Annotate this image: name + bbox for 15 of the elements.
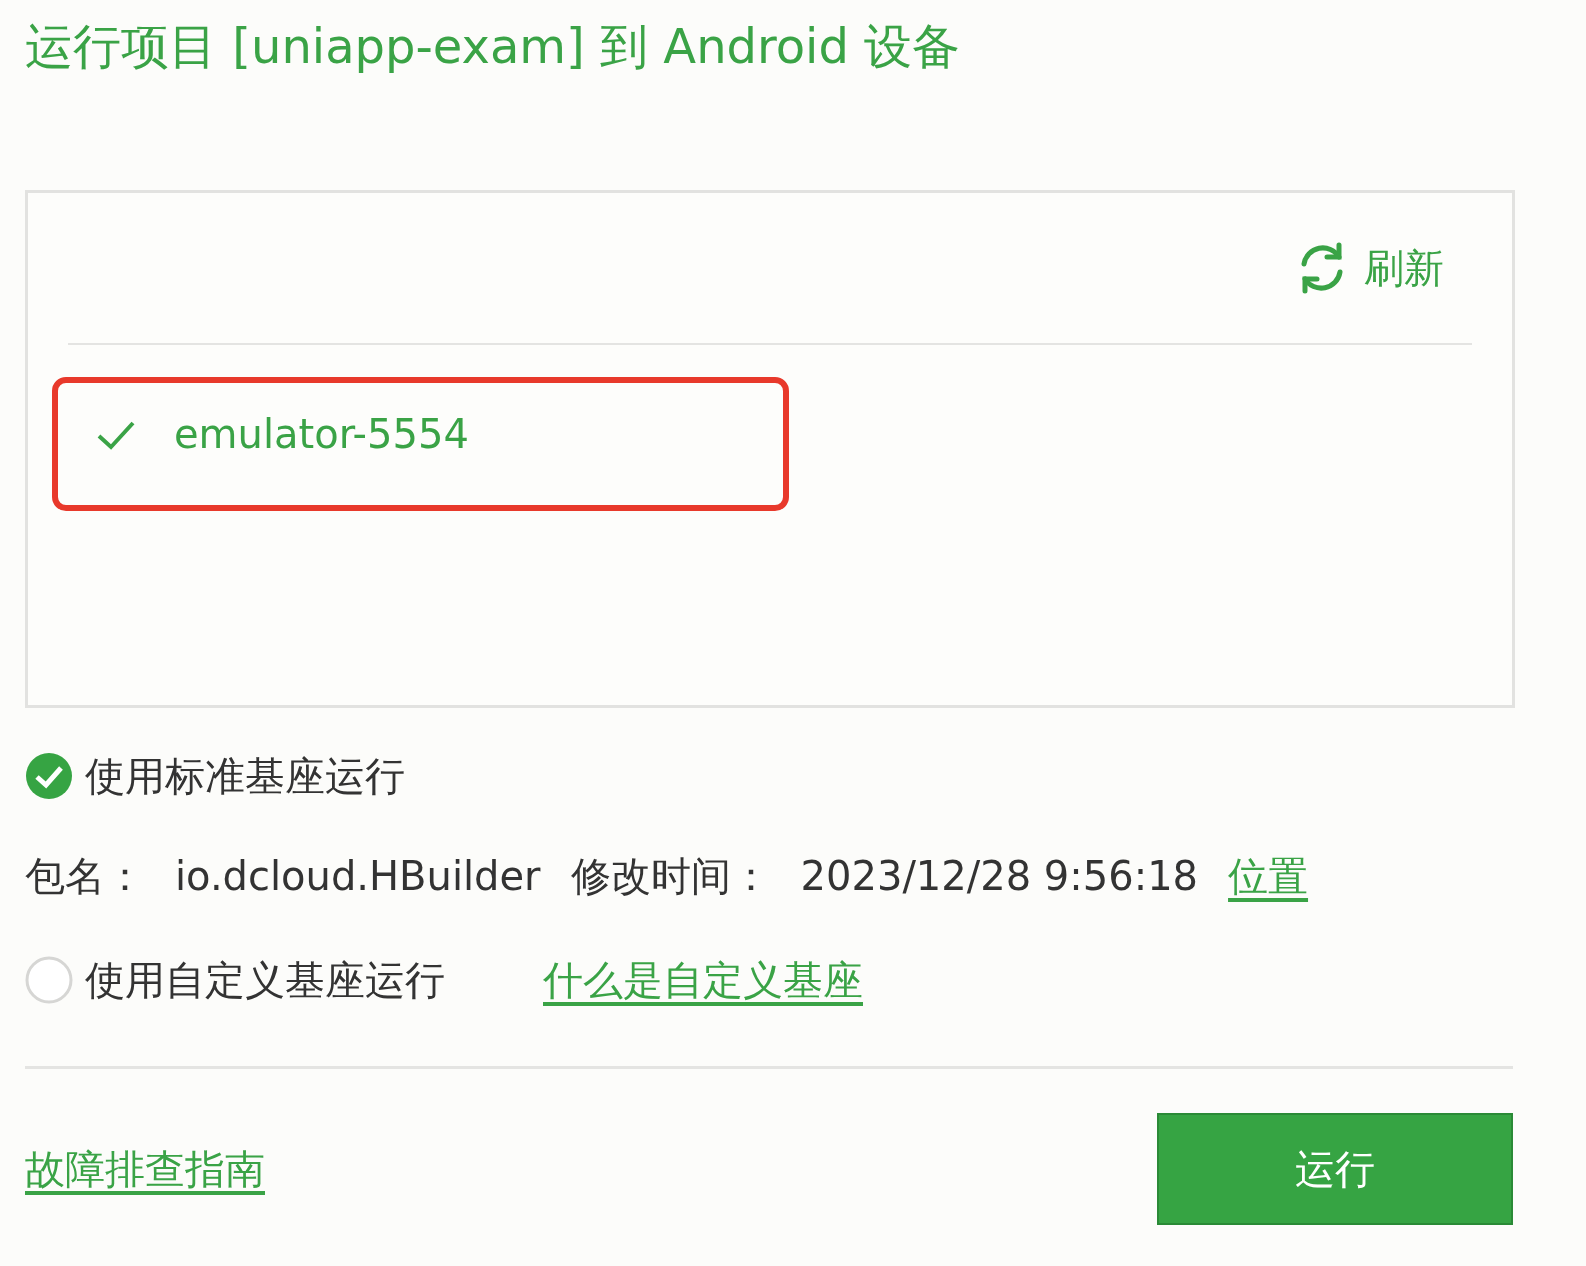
- refresh-button[interactable]: 刷新: [1294, 238, 1444, 298]
- help-link[interactable]: 什么是自定义基座: [543, 950, 863, 1010]
- dialog-title: 运行项目 [uniapp-exam] 到 Android 设备: [25, 17, 962, 76]
- package-label: 包名：: [25, 852, 145, 901]
- radio-button[interactable]: [25, 956, 73, 1004]
- troubleshoot-link[interactable]: 故障排查指南: [25, 1139, 265, 1199]
- package-name: io.dcloud.HBuilder: [175, 852, 541, 901]
- device-name[interactable]: emulator-5554: [174, 409, 469, 459]
- option-label[interactable]: 使用自定义基座运行: [85, 950, 445, 1010]
- run-button[interactable]: 运行: [1157, 1113, 1513, 1225]
- option-label[interactable]: 使用标准基座运行: [85, 746, 405, 806]
- radio-checked-icon[interactable]: [25, 752, 73, 800]
- location-link[interactable]: 位置: [1228, 846, 1309, 906]
- modified-label: 修改时间：: [570, 852, 771, 901]
- modified-time: 2023/12/28 9:56:18: [800, 852, 1199, 901]
